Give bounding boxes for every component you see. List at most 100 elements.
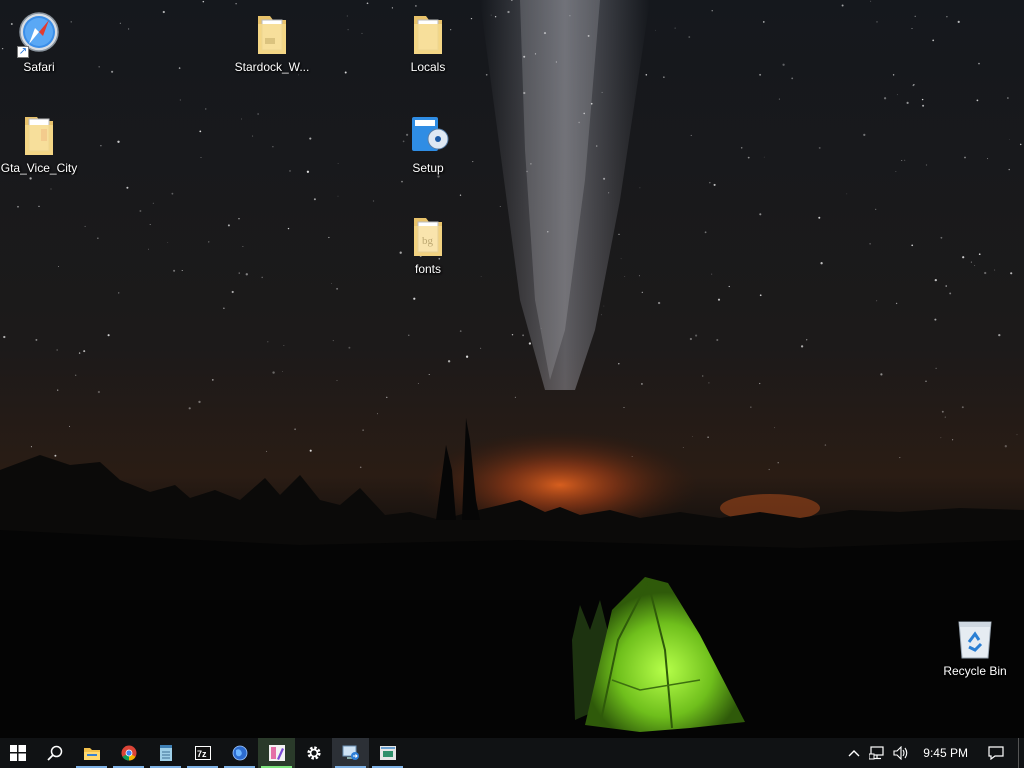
volume-button[interactable] [889, 738, 913, 768]
taskbar-app-chrome[interactable] [110, 738, 147, 768]
star [208, 241, 210, 243]
folder-icon [404, 10, 452, 58]
desktop-icon-label: Locals [410, 60, 446, 74]
star [266, 450, 268, 452]
star [298, 74, 299, 76]
star [199, 130, 202, 133]
star [640, 382, 643, 385]
star [961, 406, 964, 409]
desktop-icon-gta-vice-city[interactable]: Gta_Vice_City [0, 111, 78, 175]
clock-button[interactable]: 9:45 PM [913, 738, 978, 768]
star [362, 429, 364, 431]
star [603, 177, 606, 180]
star [171, 192, 174, 195]
star [75, 374, 77, 376]
star [56, 349, 58, 351]
star [935, 367, 937, 369]
star [682, 447, 684, 449]
globe-icon [232, 745, 247, 761]
settings-gear-icon [306, 746, 321, 760]
star [459, 330, 462, 332]
star [913, 84, 915, 86]
search-icon [46, 745, 62, 761]
star [708, 382, 710, 384]
desktop-icon-recycle-bin[interactable]: Recycle Bin [936, 614, 1014, 678]
star [514, 396, 516, 398]
star [791, 77, 794, 80]
star [252, 135, 254, 137]
taskbar-app-notepad[interactable] [147, 738, 184, 768]
taskbar-app-file-explorer[interactable] [73, 738, 110, 768]
search-button[interactable] [36, 738, 73, 768]
taskbar-app-settings[interactable] [295, 738, 332, 768]
desktop-icon-setup[interactable]: Setup [389, 111, 467, 175]
show-hidden-icons-button[interactable] [843, 738, 865, 768]
svg-text:7z: 7z [197, 749, 207, 759]
star [713, 183, 716, 186]
star [940, 437, 942, 439]
star [600, 314, 602, 316]
star [480, 347, 482, 349]
star [759, 382, 761, 385]
taskbar-app-globe[interactable] [221, 738, 258, 768]
star [1008, 138, 1010, 140]
desktop-icon-stardock[interactable]: Stardock_W... [233, 10, 311, 74]
folder-icon [15, 111, 63, 159]
star [347, 29, 349, 31]
star [29, 177, 32, 180]
star [639, 187, 641, 189]
taskbar-app-remote-desktop[interactable] [332, 738, 369, 768]
star [202, 0, 205, 3]
star [447, 360, 451, 363]
start-button[interactable] [0, 738, 36, 768]
7zip-icon: 7z [194, 746, 211, 760]
star [179, 99, 181, 101]
star [485, 73, 488, 76]
desktop-icon-fonts[interactable]: bg fonts [389, 212, 467, 276]
taskbar-app-paint[interactable] [258, 738, 295, 768]
star [530, 163, 532, 165]
star [100, 145, 102, 147]
star [846, 193, 848, 195]
star [547, 231, 549, 233]
star [740, 147, 743, 149]
star [618, 363, 620, 365]
star [3, 335, 6, 339]
star [313, 198, 316, 201]
network-icon [869, 746, 884, 760]
star [970, 261, 972, 263]
star [1004, 445, 1007, 448]
star [949, 292, 952, 295]
star [309, 137, 312, 140]
folder-icon [248, 10, 296, 58]
star [692, 435, 693, 437]
taskbar-app-7zip[interactable]: 7z [184, 738, 221, 768]
desktop-icon-safari[interactable]: ↗ Safari [0, 10, 78, 74]
star [149, 223, 151, 226]
star [480, 276, 482, 277]
star [413, 297, 416, 300]
star [841, 4, 844, 7]
star [50, 188, 52, 190]
star [994, 269, 996, 271]
star [707, 436, 709, 438]
desktop-icon-locals[interactable]: Locals [389, 10, 467, 74]
star [904, 159, 906, 161]
desktop-icon-label: Recycle Bin [943, 664, 1007, 678]
star [987, 158, 989, 160]
star [911, 244, 914, 247]
star [880, 373, 883, 376]
star [267, 341, 269, 343]
network-button[interactable] [865, 738, 889, 768]
star [511, 333, 514, 336]
action-center-button[interactable] [978, 738, 1014, 768]
star [978, 62, 980, 65]
star [569, 15, 571, 17]
star [583, 112, 586, 115]
show-desktop-button[interactable] [1018, 738, 1024, 768]
taskbar-app-window[interactable] [369, 738, 406, 768]
star [205, 108, 207, 110]
star [377, 413, 378, 415]
star [806, 339, 808, 341]
star [946, 16, 948, 18]
